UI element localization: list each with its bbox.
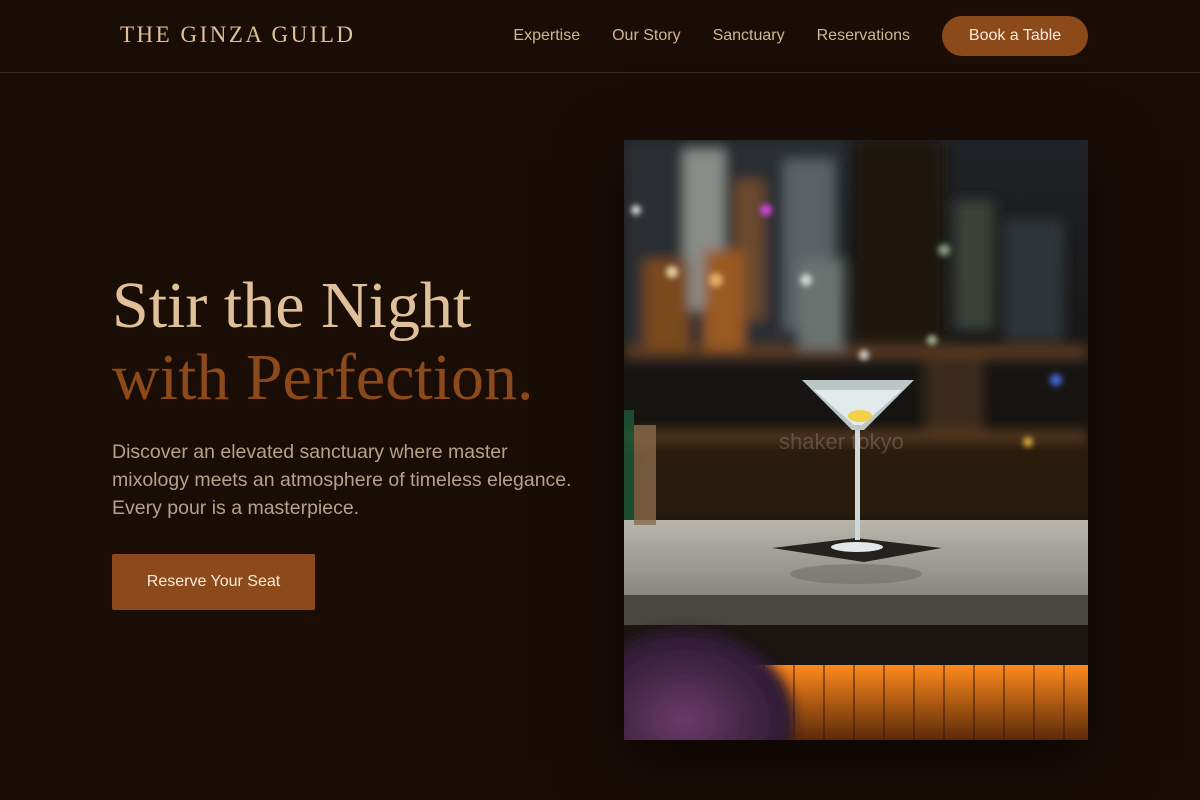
nav-link-reservations[interactable]: Reservations — [817, 26, 910, 46]
nav-links: Expertise Our Story Sanctuary Reservatio… — [513, 26, 910, 46]
hero-title-line2: with Perfection. — [112, 341, 534, 414]
hero-title-line1: Stir the Night — [112, 269, 472, 342]
nav-link-our-story[interactable]: Our Story — [612, 26, 680, 46]
hero-title: Stir the Night with Perfection. — [112, 270, 534, 414]
nav-link-expertise[interactable]: Expertise — [513, 26, 580, 46]
book-table-button[interactable]: Book a Table — [942, 16, 1088, 56]
reserve-seat-button[interactable]: Reserve Your Seat — [112, 554, 315, 610]
nav-link-sanctuary[interactable]: Sanctuary — [713, 26, 785, 46]
hero-description: Discover an elevated sanctuary where mas… — [112, 441, 572, 519]
top-navigation: THE GINZA GUILD Expertise Our Story Sanc… — [0, 0, 1200, 73]
brand-logo[interactable]: THE GINZA GUILD — [120, 22, 356, 48]
photo-watermark: shaker tokyo — [779, 429, 904, 454]
hero-photo: shaker tokyo — [624, 140, 1088, 740]
